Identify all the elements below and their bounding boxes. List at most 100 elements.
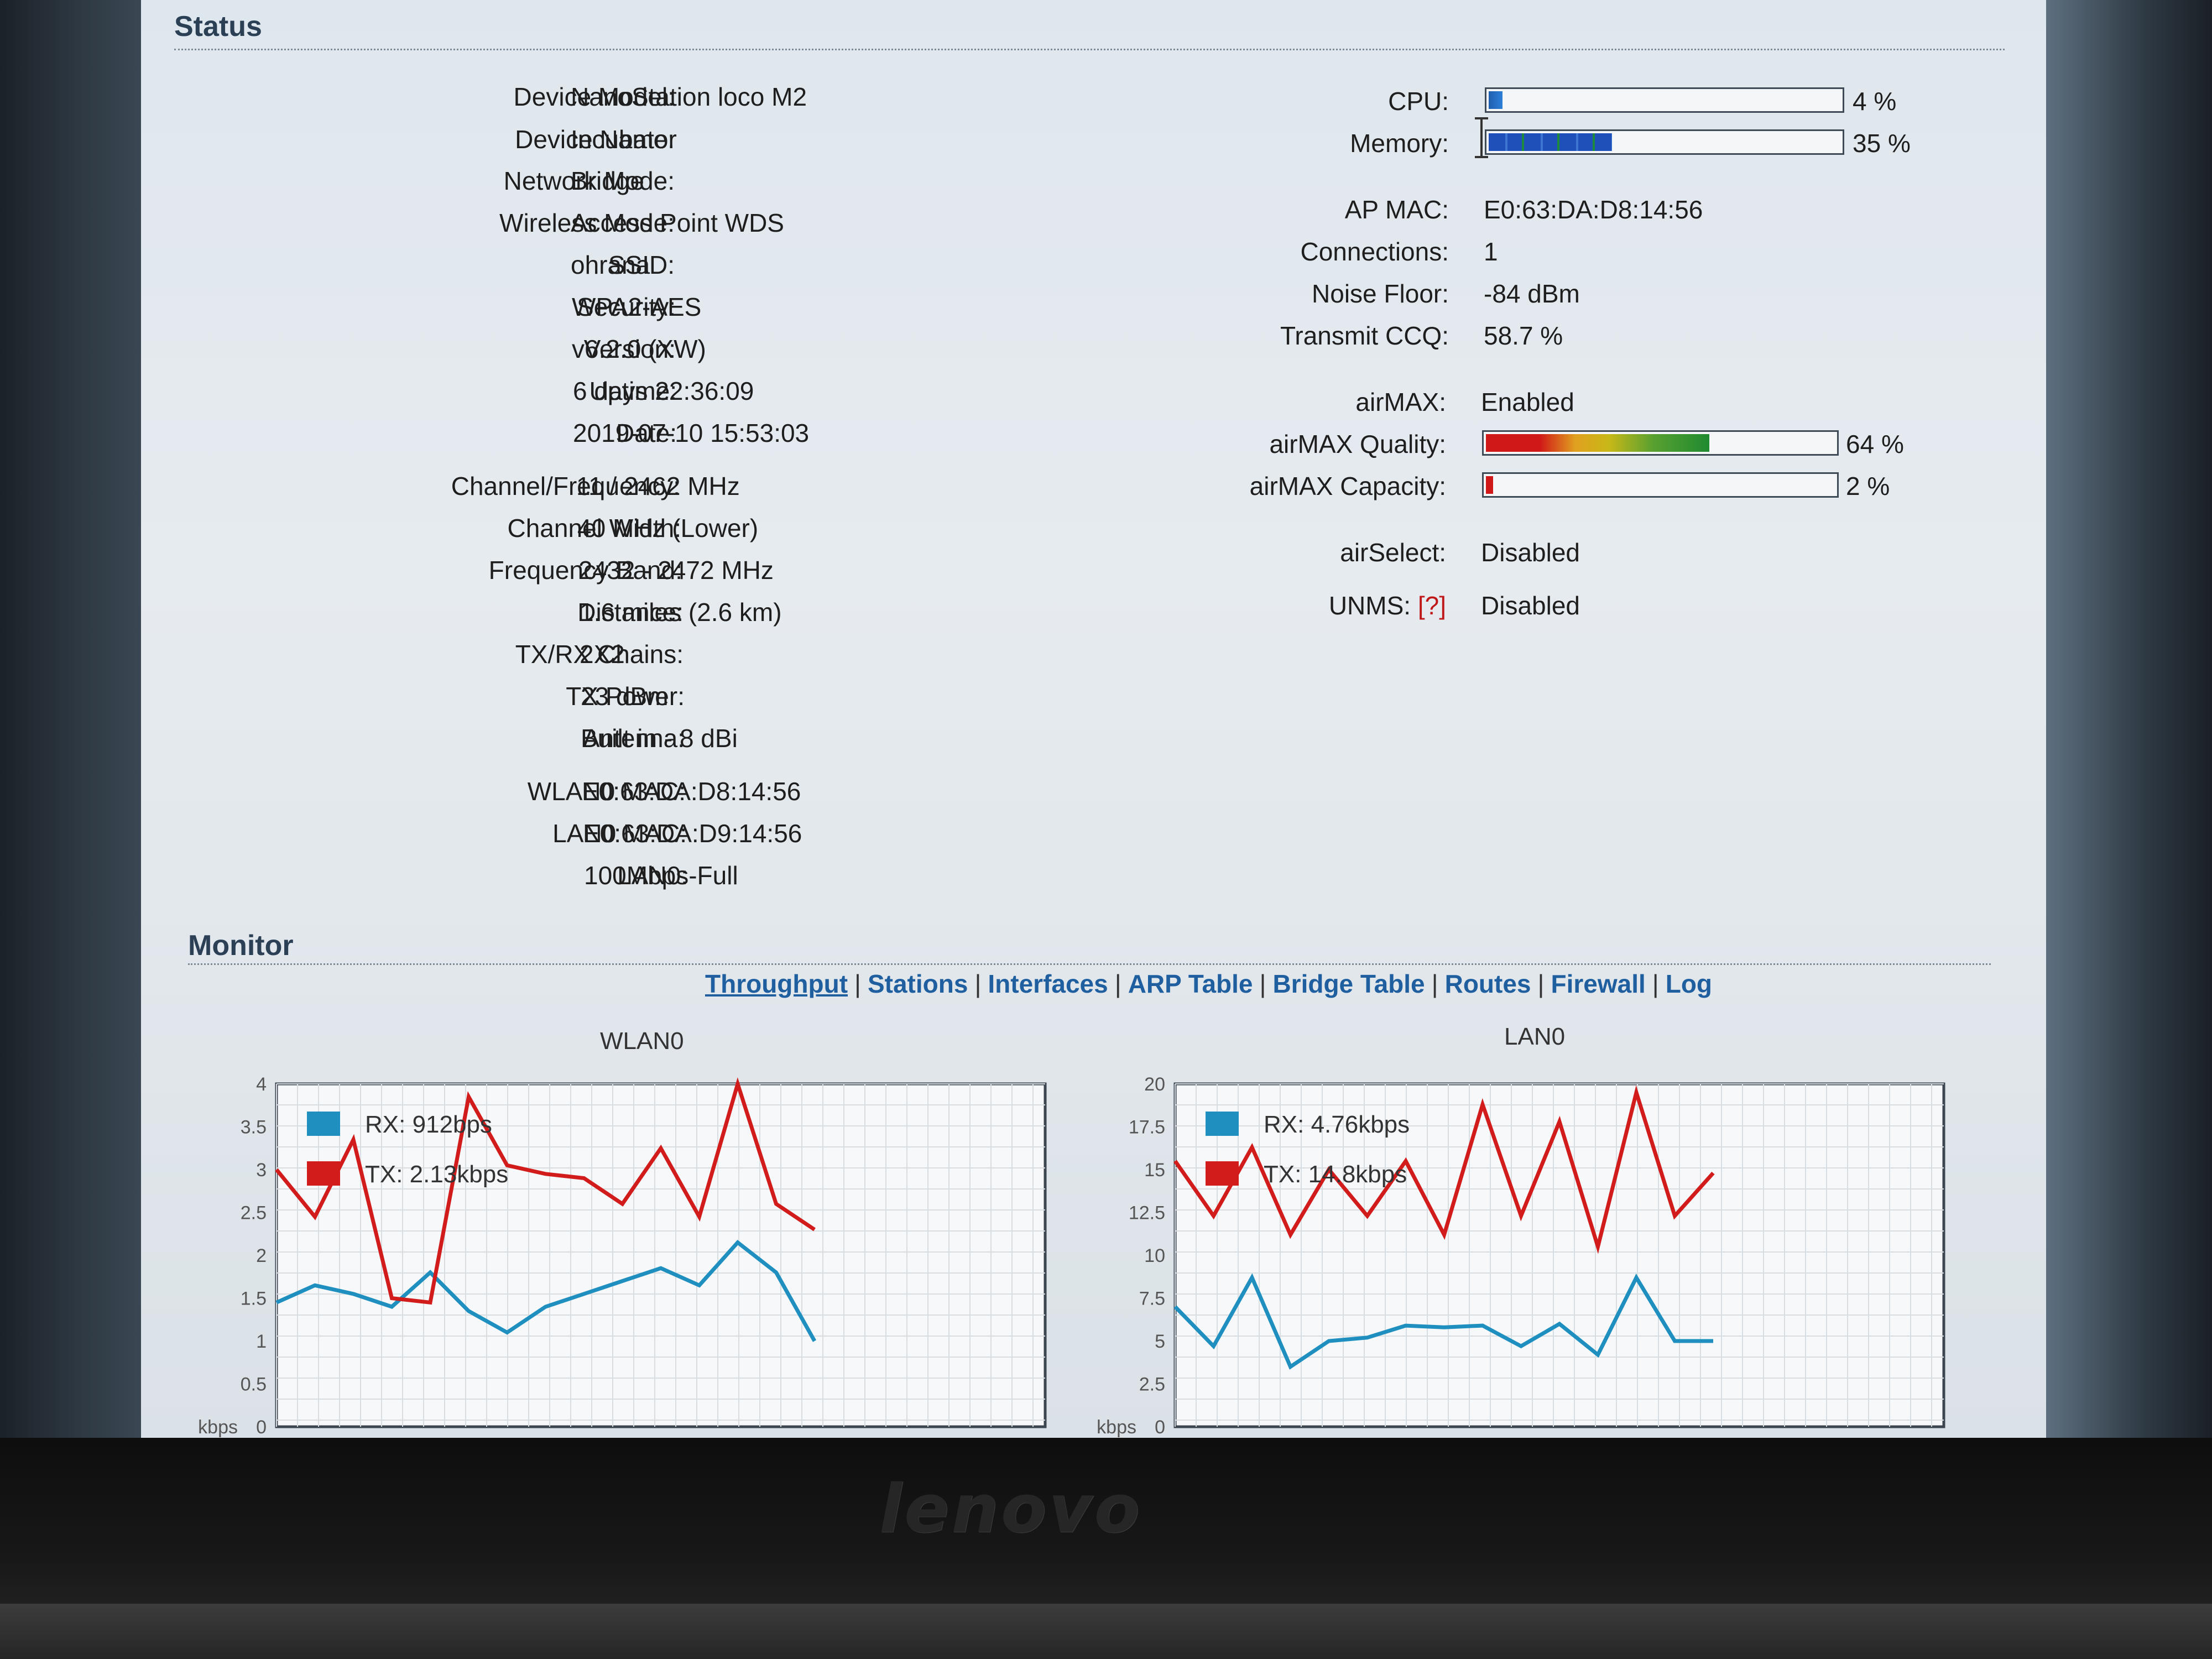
lan0-y-tick-label: 5 [1155, 1331, 1165, 1352]
status-value: 2019-07-10 15:53:03 [573, 419, 810, 447]
status-value: Built in - 8 dBi [581, 724, 738, 753]
wlan0-legend-label: RX: 912bps [365, 1111, 492, 1138]
memory-percent: 35 % [1853, 129, 1911, 158]
lan0-chart-title: LAN0 [1504, 1023, 1566, 1050]
transmit-ccq-value: 58.7 % [1484, 321, 1563, 350]
tab-bridge-table[interactable]: Bridge Table [1272, 969, 1425, 998]
transmit-ccq-label: Transmit CCQ: [1280, 321, 1449, 350]
tab-separator: | [1114, 969, 1121, 998]
ap-mac-label: AP MAC: [1344, 195, 1449, 224]
status-value: Access Point WDS [571, 208, 784, 237]
ap-mac-value: E0:63:DA:D8:14:56 [1484, 195, 1703, 224]
connections-value: 1 [1484, 237, 1498, 266]
connections-label: Connections: [1300, 237, 1449, 266]
laptop-brand-logo: lenovo [879, 1471, 1142, 1548]
noise-floor-value: -84 dBm [1484, 279, 1580, 308]
cpu-meter-fill [1489, 91, 1503, 109]
airselect-label: airSelect: [1340, 538, 1446, 567]
airos-screen: Status Device Model: NanoStation loco M2 D… [141, 0, 2046, 1438]
monitor-bezel-right [2046, 0, 2212, 1438]
cpu-meter [1485, 87, 1844, 113]
airmax-capacity-percent: 2 % [1846, 472, 1890, 500]
text-cursor-icon [1475, 117, 1488, 158]
status-value: v6.2.0 (XW) [572, 335, 706, 363]
tab-firewall[interactable]: Firewall [1551, 969, 1645, 998]
wlan0-y-tick-label: 2 [256, 1245, 267, 1266]
wlan0-y-tick-label: 1.5 [241, 1288, 267, 1310]
status-section-title: Status [174, 11, 262, 43]
lan0-y-tick-label: 12.5 [1129, 1203, 1165, 1224]
status-value: WPA2-AES [572, 293, 702, 321]
airmax-quality-percent: 64 % [1846, 430, 1904, 458]
airmax-quality-meter-fill [1486, 434, 1709, 452]
airmax-capacity-label: airMAX Capacity: [1249, 472, 1446, 500]
monitor-tabs: Throughput | Stations | Interfaces | ARP Table… [705, 969, 1712, 999]
tab-separator: | [1652, 969, 1659, 998]
lan0-y-unit-label: kbps [1098, 1417, 1136, 1438]
status-value: NanoStation loco M2 [571, 82, 807, 111]
unms-label: UNMS: [1328, 591, 1411, 620]
status-value: E0:63:DA:D8:14:56 [582, 777, 801, 806]
tab-stations[interactable]: Stations [868, 969, 968, 998]
airmax-capacity-meter [1482, 472, 1839, 498]
status-value: 100Mbps-Full [584, 861, 738, 890]
status-value: 1.6 miles (2.6 km) [580, 598, 782, 627]
tab-log[interactable]: Log [1666, 969, 1712, 998]
lan0-y-tick-label: 2.5 [1139, 1374, 1165, 1395]
tab-separator: | [854, 969, 861, 998]
lan0-y-tick-label: 17.5 [1129, 1117, 1165, 1138]
status-value: ohrana [571, 251, 650, 279]
wlan0-legend-label: TX: 2.13kbps [365, 1161, 508, 1188]
memory-meter-fill [1489, 133, 1612, 151]
wlan0-y-tick-label: 2.5 [241, 1203, 267, 1224]
tab-interfaces[interactable]: Interfaces [988, 969, 1108, 998]
airselect-value: Disabled [1481, 538, 1580, 567]
status-value: 11 / 2462 MHz [576, 472, 740, 500]
laptop-keyboard-edge [0, 1604, 2212, 1659]
airmax-capacity-meter-fill [1486, 476, 1493, 494]
tab-arp-table[interactable]: ARP Table [1128, 969, 1253, 998]
wlan0-legend-swatch [307, 1112, 340, 1136]
lan0-legend-swatch [1206, 1112, 1239, 1136]
tab-separator: | [974, 969, 982, 998]
tab-throughput[interactable]: Throughput [705, 969, 848, 998]
lan0-throughput-chart: 0 2.5 5 7.5 10 12.5 15 17.5 20 kbps RX: 4.76kbps TX… [1098, 1074, 1945, 1438]
wlan0-y-tick-label: 3.5 [241, 1117, 267, 1138]
status-value: 2432 - 2472 MHz [578, 556, 774, 585]
status-divider [174, 49, 2005, 50]
unms-help-link[interactable]: [?] [1418, 591, 1446, 620]
status-value: E0:63:DA:D9:14:56 [583, 819, 802, 848]
noise-floor-label: Noise Floor: [1312, 279, 1449, 308]
wlan0-y-tick-label: 4 [256, 1074, 267, 1095]
memory-meter [1485, 129, 1844, 155]
lan0-y-tick-label: 0 [1155, 1417, 1165, 1438]
lan0-y-tick-label: 20 [1144, 1074, 1165, 1095]
status-value: Incubator [571, 125, 677, 154]
lan0-y-tick-label: 10 [1144, 1245, 1165, 1266]
status-value: 6 days 22:36:09 [573, 377, 754, 405]
status-value: 23 dBm [581, 682, 669, 711]
lan0-y-tick-label: 7.5 [1139, 1288, 1165, 1310]
monitor-bezel-left [0, 0, 141, 1438]
unms-label-group: UNMS: [?] [1329, 591, 1446, 620]
lan0-y-tick-label: 15 [1144, 1160, 1165, 1181]
monitor-section-title: Monitor [188, 930, 294, 962]
airmax-quality-label: airMAX Quality: [1269, 430, 1446, 458]
tab-routes[interactable]: Routes [1445, 969, 1531, 998]
wlan0-throughput-chart: 0 0.5 1 1.5 2 2.5 3 3.5 4 kbps RX: 912bps TX: 2.13k… [199, 1074, 1047, 1438]
cpu-percent: 4 % [1853, 87, 1897, 116]
lan0-legend-label: RX: 4.76kbps [1264, 1111, 1410, 1138]
wlan0-chart-title: WLAN0 [600, 1027, 684, 1055]
status-value: Bridge [571, 166, 644, 195]
status-value: 2X2 [580, 640, 625, 669]
airmax-label: airMAX: [1355, 388, 1446, 416]
wlan0-y-unit-label: kbps [199, 1417, 238, 1438]
wlan0-y-tick-label: 1 [256, 1331, 267, 1352]
lan0-legend-swatch [1206, 1161, 1239, 1186]
tab-separator: | [1537, 969, 1545, 998]
status-value: 40 MHz (Lower) [577, 514, 759, 542]
airmax-quality-meter [1482, 430, 1839, 456]
airmax-value: Enabled [1481, 388, 1574, 416]
lan0-legend-label: TX: 14.8kbps [1264, 1161, 1407, 1188]
tab-separator: | [1431, 969, 1438, 998]
